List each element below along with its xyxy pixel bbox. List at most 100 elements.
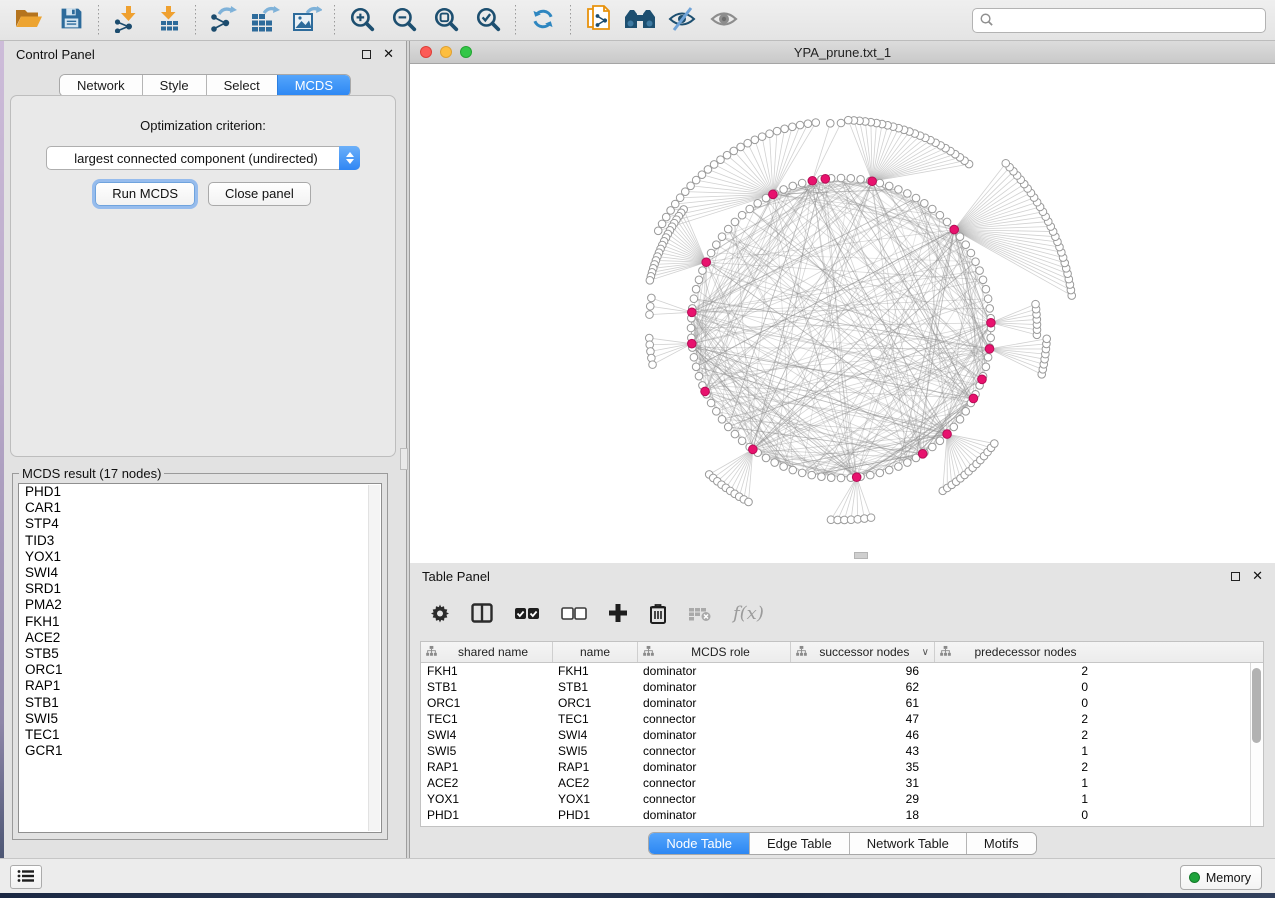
network-node[interactable]: [950, 423, 958, 431]
zoom-out-button[interactable]: [386, 3, 422, 37]
mcds-result-item[interactable]: ORC1: [19, 662, 381, 678]
table-row-SWI4[interactable]: SWI4SWI4dominator462: [421, 727, 1263, 743]
tab-motifs[interactable]: Motifs: [966, 833, 1036, 854]
mcds-node[interactable]: [702, 258, 711, 267]
network-node[interactable]: [780, 186, 788, 194]
network-node[interactable]: [646, 311, 654, 319]
network-node[interactable]: [758, 133, 766, 141]
network-node[interactable]: [723, 151, 731, 159]
mcds-node[interactable]: [943, 430, 952, 439]
tab-select[interactable]: Select: [206, 75, 277, 96]
memory-button[interactable]: Memory: [1180, 865, 1262, 890]
mcds-result-item[interactable]: PHD1: [19, 484, 381, 500]
network-node[interactable]: [962, 241, 970, 249]
network-node[interactable]: [699, 267, 707, 275]
export-image-button[interactable]: [289, 3, 325, 37]
network-node[interactable]: [991, 440, 999, 448]
mcds-result-item[interactable]: TEC1: [19, 727, 381, 743]
network-node[interactable]: [984, 295, 992, 303]
network-node[interactable]: [844, 116, 852, 124]
network-node[interactable]: [837, 119, 845, 127]
network-node[interactable]: [789, 466, 797, 474]
network-node[interactable]: [789, 123, 797, 131]
network-node[interactable]: [662, 213, 670, 221]
network-node[interactable]: [967, 249, 975, 257]
mcds-result-item[interactable]: YOX1: [19, 549, 381, 565]
network-node[interactable]: [648, 294, 656, 302]
network-node[interactable]: [718, 233, 726, 241]
network-node[interactable]: [746, 205, 754, 213]
network-node[interactable]: [654, 227, 662, 235]
mcds-list-scrollbar[interactable]: [368, 485, 380, 831]
column-header-name[interactable]: name: [552, 642, 637, 662]
mcds-node[interactable]: [985, 345, 994, 354]
import-network-button[interactable]: [108, 3, 144, 37]
network-node[interactable]: [876, 179, 884, 187]
network-node[interactable]: [724, 225, 732, 233]
mcds-node[interactable]: [769, 190, 778, 199]
network-node[interactable]: [751, 136, 759, 144]
mcds-result-item[interactable]: FKH1: [19, 614, 381, 630]
mcds-result-item[interactable]: SRD1: [19, 581, 381, 597]
network-node[interactable]: [731, 430, 739, 438]
network-node[interactable]: [943, 218, 951, 226]
run-mcds-button[interactable]: Run MCDS: [95, 182, 195, 206]
table-row-YOX1[interactable]: YOX1YOX1connector291: [421, 791, 1263, 807]
mcds-node[interactable]: [821, 175, 830, 184]
mcds-node[interactable]: [969, 394, 978, 403]
column-header-predecessor-nodes[interactable]: predecessor nodes: [934, 642, 1103, 662]
network-node[interactable]: [771, 459, 779, 467]
network-node[interactable]: [798, 179, 806, 187]
mcds-node[interactable]: [852, 473, 861, 482]
delete-rows-button[interactable]: [649, 603, 667, 624]
network-titlebar[interactable]: YPA_prune.txt_1: [410, 41, 1275, 64]
network-node[interactable]: [982, 363, 990, 371]
network-node[interactable]: [867, 514, 875, 522]
zoom-selected-button[interactable]: [470, 3, 506, 37]
mcds-result-item[interactable]: ACE2: [19, 630, 381, 646]
select-all-rows-button[interactable]: [514, 605, 540, 621]
mcds-node[interactable]: [950, 225, 959, 234]
network-node[interactable]: [936, 437, 944, 445]
network-node[interactable]: [979, 276, 987, 284]
network-node[interactable]: [737, 143, 745, 151]
network-node[interactable]: [837, 474, 845, 482]
save-session-button[interactable]: [53, 3, 89, 37]
table-scrollbar[interactable]: [1250, 663, 1263, 826]
mcds-node[interactable]: [701, 387, 710, 396]
network-node[interactable]: [690, 295, 698, 303]
network-node[interactable]: [929, 443, 937, 451]
network-node[interactable]: [646, 277, 654, 285]
network-canvas[interactable]: [410, 64, 1275, 563]
network-node[interactable]: [649, 361, 657, 369]
network-node[interactable]: [804, 120, 812, 128]
network-node[interactable]: [987, 334, 995, 342]
vizmapper-toggle-button[interactable]: [664, 3, 700, 37]
global-search-input[interactable]: [994, 14, 1259, 28]
mcds-node[interactable]: [688, 308, 697, 317]
network-node[interactable]: [695, 276, 703, 284]
tab-mcds[interactable]: MCDS: [277, 75, 350, 96]
table-row-PHD1[interactable]: PHD1PHD1dominator180: [421, 807, 1263, 823]
tab-edge-table[interactable]: Edge Table: [749, 833, 849, 854]
refresh-view-button[interactable]: [525, 3, 561, 37]
network-node[interactable]: [762, 454, 770, 462]
network-node[interactable]: [904, 190, 912, 198]
network-node[interactable]: [986, 305, 994, 313]
table-row-STB1[interactable]: STB1STB1dominator620: [421, 679, 1263, 695]
network-node[interactable]: [984, 353, 992, 361]
network-node[interactable]: [718, 416, 726, 424]
close-panel-icon[interactable]: ✕: [1252, 570, 1263, 583]
network-node[interactable]: [730, 147, 738, 155]
table-row-ORC1[interactable]: ORC1ORC1dominator610: [421, 695, 1263, 711]
network-node[interactable]: [712, 241, 720, 249]
share-document-button[interactable]: [580, 3, 616, 37]
network-scroll-handle[interactable]: [854, 552, 868, 559]
table-row-RAP1[interactable]: RAP1RAP1dominator352: [421, 759, 1263, 775]
network-node[interactable]: [818, 473, 826, 481]
network-graph[interactable]: [410, 64, 1275, 563]
add-row-button[interactable]: [608, 603, 628, 623]
mcds-node[interactable]: [868, 177, 877, 186]
mcds-result-item[interactable]: STB5: [19, 646, 381, 662]
export-network-button[interactable]: [205, 3, 241, 37]
